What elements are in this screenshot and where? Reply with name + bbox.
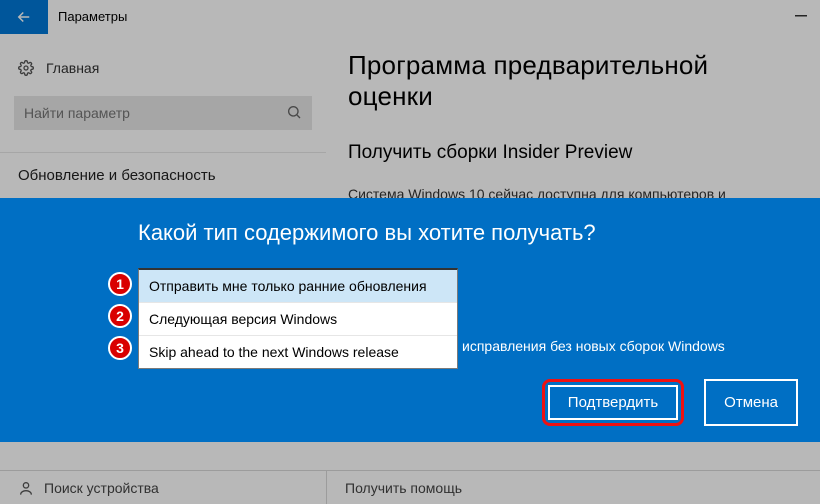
annotation-badge-1: 1 — [108, 272, 132, 296]
modal: Какой тип содержимого вы хотите получать… — [0, 198, 820, 442]
confirm-highlight-ring: Подтвердить — [542, 379, 684, 426]
annotation-badge-3: 3 — [108, 336, 132, 360]
dropdown-option-2[interactable]: Следующая версия Windows — [139, 302, 457, 335]
modal-trailing-text: исправления без новых сборок Windows — [462, 338, 725, 354]
dropdown[interactable]: Отправить мне только ранние обновления С… — [138, 268, 458, 369]
dropdown-option-1[interactable]: Отправить мне только ранние обновления — [139, 270, 457, 302]
annotation-badge-2: 2 — [108, 304, 132, 328]
modal-question: Какой тип содержимого вы хотите получать… — [0, 198, 820, 246]
modal-buttons: Подтвердить Отмена — [542, 379, 798, 426]
cancel-button[interactable]: Отмена — [704, 379, 798, 426]
settings-window: Параметры Главная Обновление и безопасно… — [0, 0, 820, 504]
confirm-button[interactable]: Подтвердить — [548, 385, 678, 420]
dropdown-option-3[interactable]: Skip ahead to the next Windows release — [139, 335, 457, 368]
